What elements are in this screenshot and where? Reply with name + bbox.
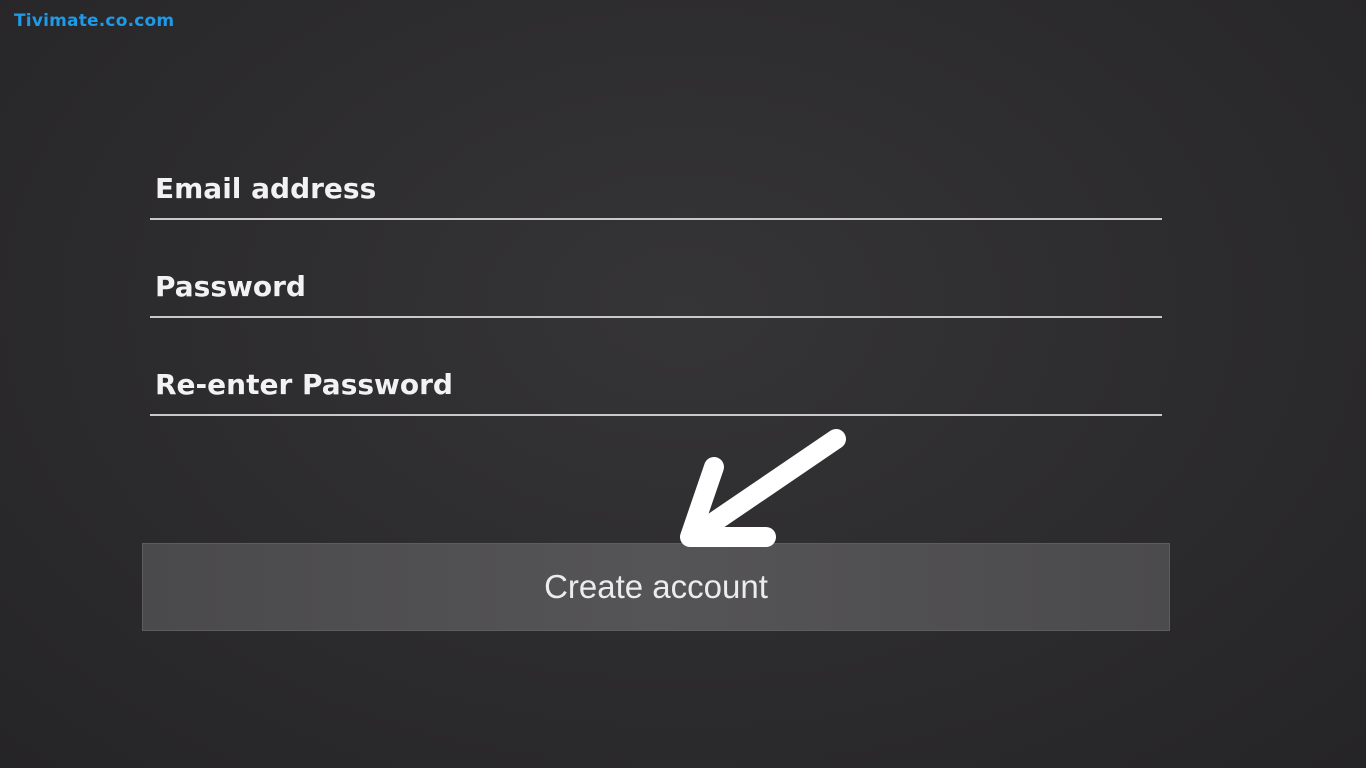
arrow-icon [680, 429, 846, 547]
reenter-password-field-container [150, 356, 1162, 416]
create-account-label: Create account [544, 568, 768, 605]
reenter-password-field[interactable] [155, 356, 1155, 412]
password-field[interactable] [155, 258, 1155, 314]
site-watermark: Tivimate.co.com [14, 11, 175, 31]
email-field-container [150, 160, 1162, 220]
create-account-button[interactable]: Create account [142, 543, 1170, 631]
email-field[interactable] [155, 160, 1155, 216]
password-field-container [150, 258, 1162, 318]
